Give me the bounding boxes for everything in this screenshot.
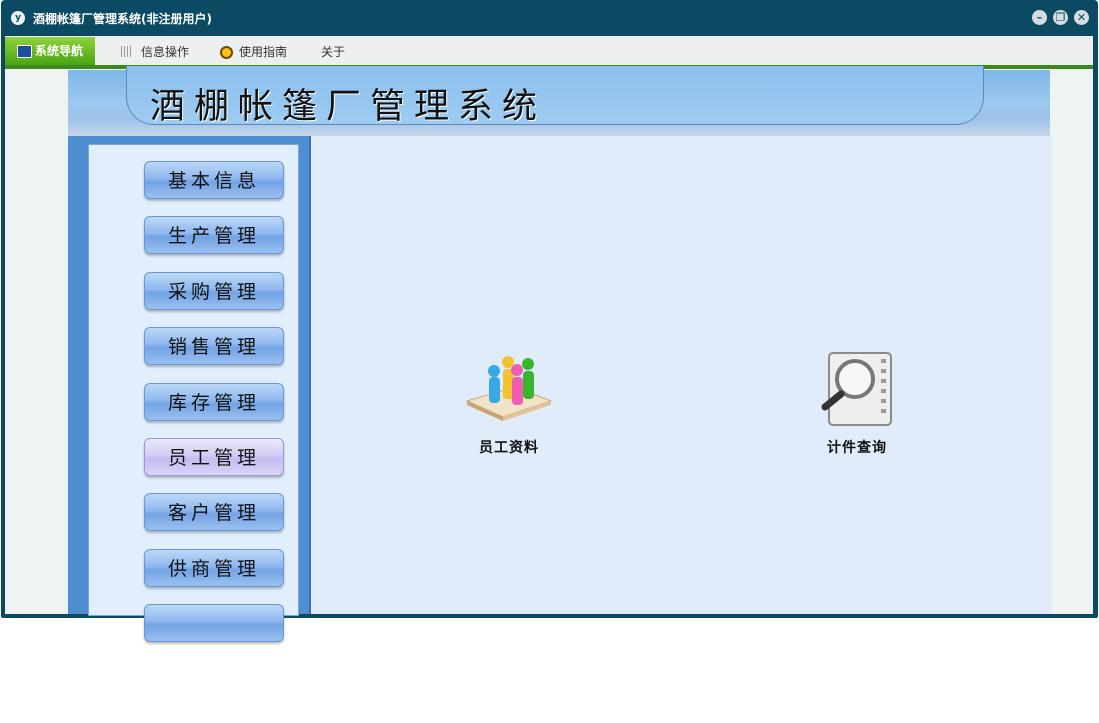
menu-info-ops[interactable]: 信息操作 bbox=[121, 40, 189, 64]
menu-bar: 系统导航 信息操作 使用指南 关于 bbox=[5, 36, 1093, 69]
nav-staff-button[interactable]: 员工管理 bbox=[144, 438, 284, 476]
nav-customer-button[interactable]: 客户管理 bbox=[144, 493, 284, 531]
tile-label: 计件查询 bbox=[827, 440, 887, 456]
sidebar: 基本信息 生产管理 采购管理 销售管理 库存管理 员工管理 客户管理 供商管理 bbox=[68, 136, 309, 642]
nav-supplier-button[interactable]: 供商管理 bbox=[144, 549, 284, 587]
menu-user-guide[interactable]: 使用指南 bbox=[220, 40, 287, 64]
content-area: 酒棚帐篷厂管理系统 基本信息 生产管理 采购管理 销售管理 库存管理 员工管理 … bbox=[5, 66, 1093, 642]
menu-label: 使用指南 bbox=[239, 45, 288, 59]
tile-label: 员工资料 bbox=[479, 440, 539, 456]
staff-people-icon bbox=[465, 356, 553, 421]
app-icon: y bbox=[11, 11, 25, 25]
main-panel: 员工资料 计件查询 bbox=[309, 136, 1052, 614]
banner: 酒棚帐篷厂管理系统 bbox=[68, 66, 1050, 136]
title-bar: y 酒棚帐篷厂管理系统(非注册用户) – ❐ ✕ bbox=[1, 0, 1098, 36]
nav-sales-button[interactable]: 销售管理 bbox=[144, 327, 284, 365]
monitor-icon bbox=[17, 45, 32, 58]
nav-basic-info-button[interactable]: 基本信息 bbox=[144, 161, 284, 199]
nav-more-button[interactable] bbox=[144, 604, 284, 642]
app-window: y 酒棚帐篷厂管理系统(非注册用户) – ❐ ✕ 系统导航 信息操作 使用指南 … bbox=[1, 0, 1098, 642]
system-title: 酒棚帐篷厂管理系统 bbox=[150, 87, 547, 127]
menu-about[interactable]: 关于 bbox=[321, 40, 345, 64]
tile-piecework-query[interactable]: 计件查询 bbox=[802, 351, 912, 457]
close-button[interactable]: ✕ bbox=[1074, 10, 1089, 25]
search-document-icon bbox=[821, 352, 892, 426]
sidebar-panel: 基本信息 生产管理 采购管理 销售管理 库存管理 员工管理 客户管理 供商管理 bbox=[88, 144, 299, 642]
menu-label: 信息操作 bbox=[141, 45, 190, 59]
menu-label: 系统导航 bbox=[35, 44, 84, 58]
grid-icon bbox=[121, 46, 133, 57]
window-title: 酒棚帐篷厂管理系统(非注册用户) bbox=[33, 12, 212, 26]
nav-inventory-button[interactable]: 库存管理 bbox=[144, 383, 284, 421]
restore-button[interactable]: ❐ bbox=[1053, 10, 1068, 25]
menu-label: 关于 bbox=[321, 45, 346, 59]
clock-icon bbox=[220, 46, 233, 59]
tile-staff-info[interactable]: 员工资料 bbox=[454, 351, 564, 457]
minimize-button[interactable]: – bbox=[1032, 10, 1047, 25]
nav-production-button[interactable]: 生产管理 bbox=[144, 216, 284, 254]
nav-purchasing-button[interactable]: 采购管理 bbox=[144, 272, 284, 310]
menu-system-nav[interactable]: 系统导航 bbox=[5, 37, 96, 65]
